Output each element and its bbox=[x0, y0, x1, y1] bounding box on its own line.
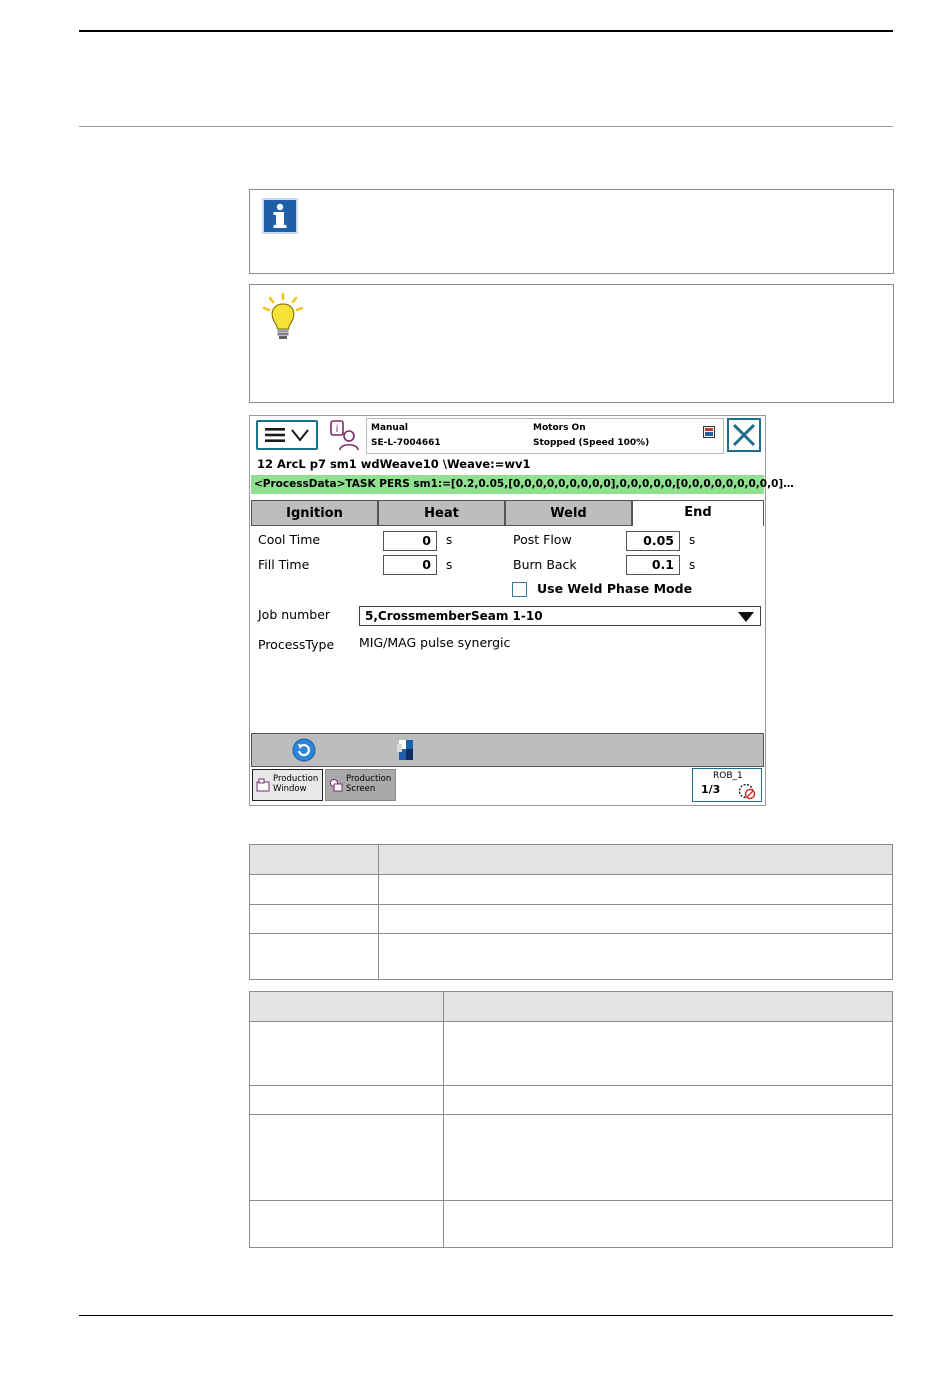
table-row bbox=[249, 1114, 893, 1201]
info-icon bbox=[262, 198, 298, 234]
fill-time-unit: s bbox=[446, 558, 453, 572]
controller-name: SE-L-7004661 bbox=[371, 438, 441, 448]
table-row bbox=[249, 1085, 893, 1115]
production-screen-line1: Production bbox=[346, 774, 392, 784]
status-panel[interactable]: Manual SE-L-7004661 Motors On Stopped (S… bbox=[366, 418, 724, 454]
svg-text:i: i bbox=[336, 424, 339, 435]
lightbulb-icon bbox=[260, 292, 306, 344]
tab-weld[interactable]: Weld bbox=[505, 500, 632, 526]
refresh-icon[interactable] bbox=[292, 738, 316, 762]
phase-tabs: Ignition Heat Weld End bbox=[251, 500, 764, 526]
table-row bbox=[249, 933, 893, 980]
production-window-line1: Production bbox=[273, 774, 319, 784]
table-row bbox=[249, 1021, 893, 1086]
operating-mode: Manual bbox=[371, 423, 409, 433]
post-flow-unit: s bbox=[689, 533, 696, 547]
close-icon bbox=[732, 423, 756, 447]
job-number-value: 5,CrossmemberSeam 1-10 bbox=[365, 609, 543, 623]
table-row bbox=[249, 1200, 893, 1248]
production-screen-line2: Screen bbox=[346, 784, 376, 794]
hamburger-chevron-icon bbox=[265, 428, 309, 442]
burn-back-unit: s bbox=[689, 558, 696, 572]
cool-time-unit: s bbox=[446, 533, 453, 547]
process-type-label: ProcessType bbox=[258, 637, 335, 652]
process-data-text: <ProcessData>TASK PERS sm1:=[0.2,0.05,[0… bbox=[254, 478, 794, 490]
table-1 bbox=[249, 844, 893, 980]
run-mode-icon bbox=[738, 783, 756, 800]
burn-back-label: Burn Back bbox=[513, 557, 577, 572]
table-row bbox=[249, 844, 893, 875]
production-window-line2: Window bbox=[273, 784, 307, 794]
event-log-icon[interactable]: i bbox=[328, 419, 360, 451]
table-2 bbox=[249, 991, 893, 1248]
quickset-button[interactable]: ROB_1 1/3 bbox=[692, 768, 762, 802]
robot-name: ROB_1 bbox=[713, 771, 743, 781]
fill-time-input[interactable]: 0 bbox=[383, 555, 437, 575]
footer-rule bbox=[79, 1315, 893, 1316]
routine-line: 12 ArcL p7 sm1 wdWeave10 \Weave:=wv1 bbox=[257, 457, 531, 471]
tab-end[interactable]: End bbox=[632, 500, 764, 526]
data-view-icon[interactable] bbox=[395, 738, 417, 762]
production-screen-icon bbox=[330, 779, 343, 792]
program-state: Stopped (Speed 100%) bbox=[533, 438, 650, 448]
top-rule bbox=[79, 30, 893, 32]
speed-fraction: 1/3 bbox=[701, 783, 721, 796]
job-number-label: Job number bbox=[258, 607, 331, 622]
fill-time-label: Fill Time bbox=[258, 557, 310, 572]
production-window-icon bbox=[256, 778, 270, 792]
dropdown-arrow-icon bbox=[738, 612, 754, 622]
process-type-value: MIG/MAG pulse synergic bbox=[359, 635, 511, 650]
table-row bbox=[249, 991, 893, 1022]
table-row bbox=[249, 874, 893, 905]
section-rule bbox=[79, 126, 893, 127]
table-row bbox=[249, 904, 893, 934]
post-flow-input[interactable]: 0.05 bbox=[626, 531, 680, 551]
status-indicator-icon bbox=[703, 423, 715, 438]
burn-back-input[interactable]: 0.1 bbox=[626, 555, 680, 575]
cool-time-label: Cool Time bbox=[258, 532, 321, 547]
weld-phase-mode-checkbox[interactable] bbox=[512, 582, 527, 597]
weld-phase-mode-label[interactable]: Use Weld Phase Mode bbox=[537, 581, 692, 596]
motors-state: Motors On bbox=[533, 423, 586, 433]
flexpendant-screen: i Manual SE-L-7004661 Motors On Stopped … bbox=[249, 415, 794, 806]
tab-ignition[interactable]: Ignition bbox=[251, 500, 378, 526]
production-window-button[interactable]: Production Window bbox=[252, 769, 323, 801]
command-bar bbox=[251, 733, 764, 767]
note-box bbox=[249, 189, 894, 274]
job-number-select[interactable]: 5,CrossmemberSeam 1-10 bbox=[359, 606, 761, 626]
taskbar: Production Window Production Screen ROB_… bbox=[250, 767, 765, 805]
pendant-header: i Manual SE-L-7004661 Motors On Stopped … bbox=[250, 416, 765, 456]
production-screen-button[interactable]: Production Screen bbox=[325, 769, 396, 801]
tab-heat[interactable]: Heat bbox=[378, 500, 505, 526]
process-data-line: <ProcessData>TASK PERS sm1:=[0.2,0.05,[0… bbox=[251, 475, 794, 494]
cool-time-input[interactable]: 0 bbox=[383, 531, 437, 551]
post-flow-label: Post Flow bbox=[513, 532, 572, 547]
close-button[interactable] bbox=[727, 418, 761, 452]
tip-box bbox=[249, 284, 894, 403]
main-menu-button[interactable] bbox=[256, 420, 318, 450]
